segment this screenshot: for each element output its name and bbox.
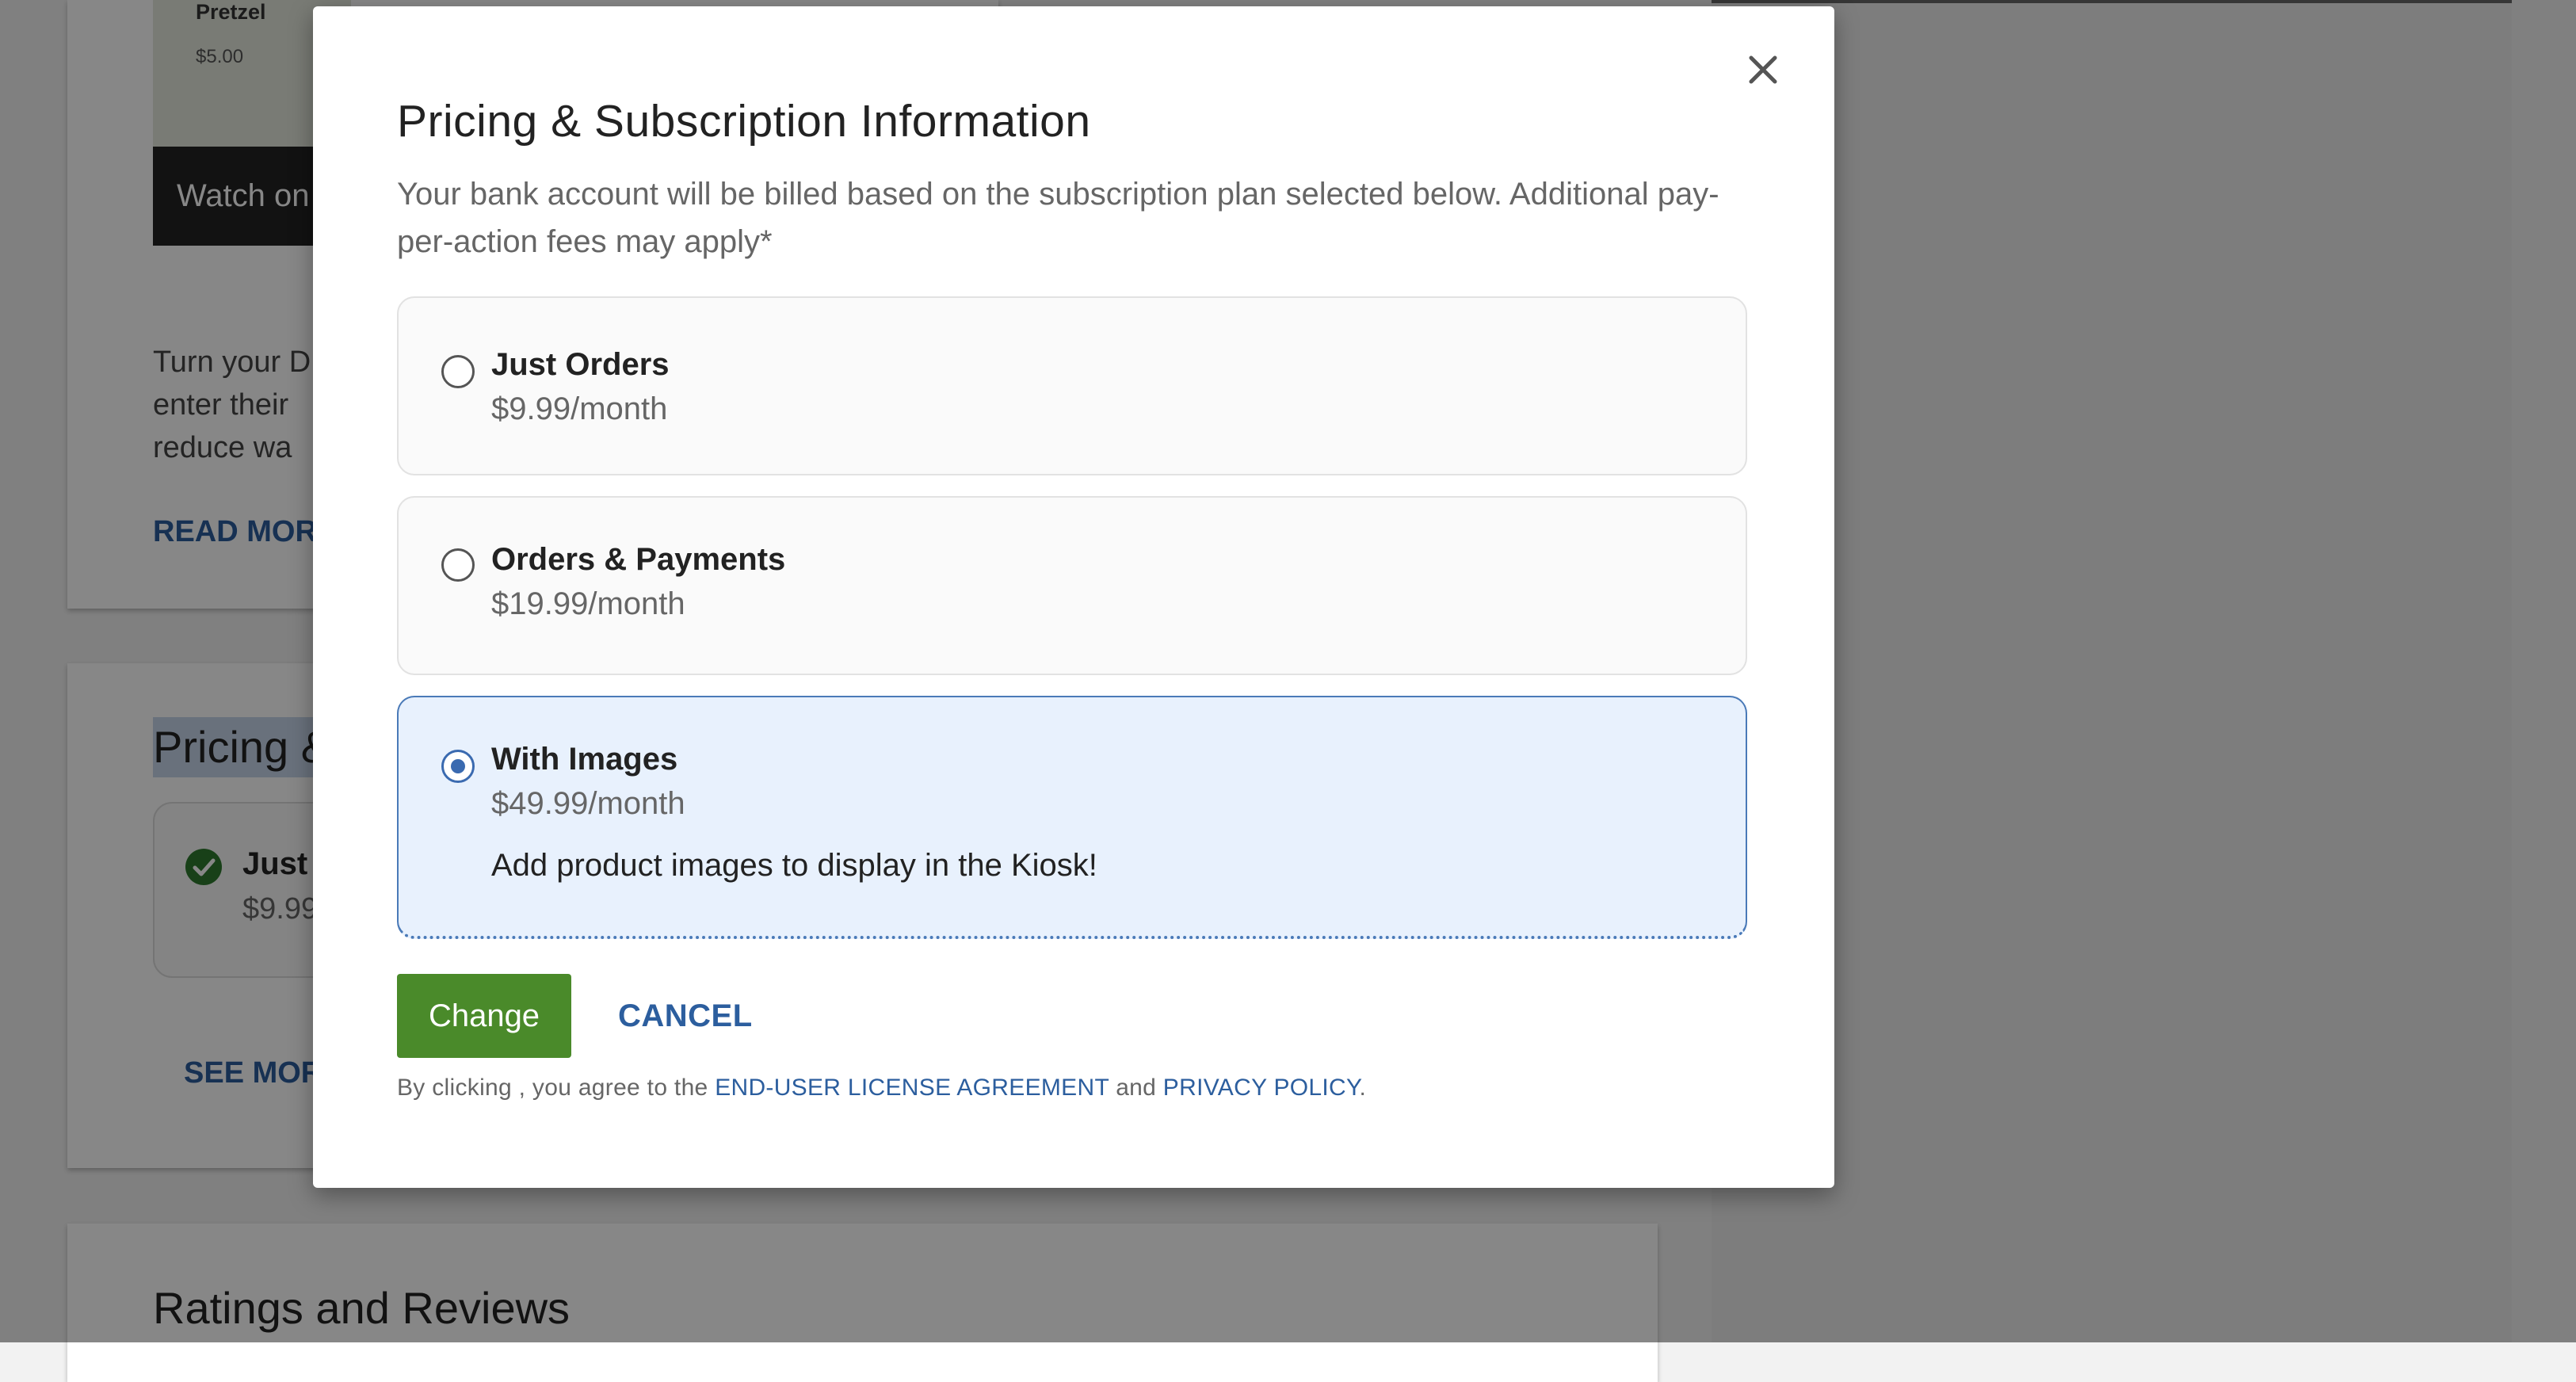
plan-name: With Images — [491, 742, 678, 777]
plan-price: $49.99/month — [491, 786, 685, 821]
radio-button[interactable] — [441, 548, 475, 582]
plan-price: $9.99/month — [491, 391, 668, 426]
privacy-policy-link[interactable]: PRIVACY POLICY — [1163, 1075, 1360, 1101]
radio-button-selected[interactable] — [441, 750, 475, 783]
plan-option-just-orders[interactable]: Just Orders $9.99/month — [397, 296, 1747, 475]
legal-prefix: By clicking , you agree to the — [397, 1075, 708, 1101]
plan-price: $19.99/month — [491, 586, 685, 621]
plan-option-with-images[interactable]: With Images $49.99/month Add product ima… — [397, 696, 1747, 939]
cancel-button[interactable]: CANCEL — [618, 974, 753, 1058]
eula-link[interactable]: END-USER LICENSE AGREEMENT — [715, 1075, 1109, 1101]
legal-and: and — [1116, 1075, 1157, 1101]
modal-subtitle: Your bank account will be billed based o… — [397, 177, 1719, 259]
legal-suffix: . — [1359, 1075, 1367, 1101]
plan-description: Add product images to display in the Kio… — [491, 848, 1097, 883]
plan-name: Orders & Payments — [491, 542, 786, 577]
change-button[interactable]: Change — [397, 974, 571, 1058]
modal-title: Pricing & Subscription Information — [397, 96, 1091, 147]
close-icon[interactable] — [1743, 50, 1783, 90]
pricing-modal: Pricing & Subscription Information Your … — [313, 6, 1834, 1188]
plan-name: Just Orders — [491, 347, 670, 382]
radio-button[interactable] — [441, 355, 475, 388]
legal-notice: By clicking , you agree to the END-USER … — [397, 1075, 1366, 1101]
plan-option-orders-payments[interactable]: Orders & Payments $19.99/month — [397, 496, 1747, 675]
radio-dot — [451, 759, 465, 773]
